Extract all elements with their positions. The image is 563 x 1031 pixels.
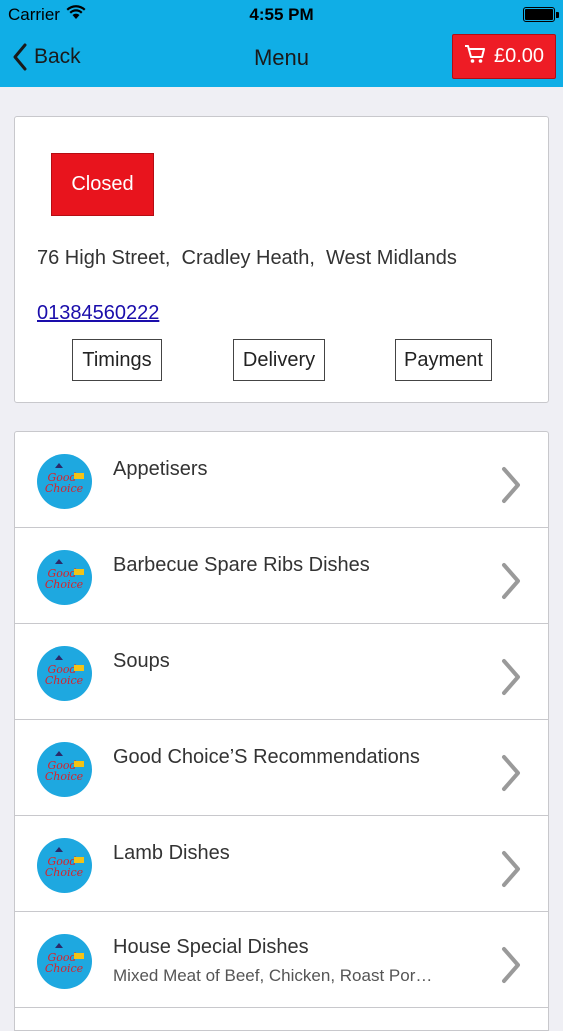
- list-item[interactable]: Good Choice Appetisers: [15, 432, 548, 528]
- timings-button[interactable]: Timings: [72, 339, 162, 381]
- chevron-right-icon: [500, 466, 522, 509]
- payment-button[interactable]: Payment: [395, 339, 492, 381]
- status-time: 4:55 PM: [249, 5, 314, 24]
- good-choice-logo-icon: Good Choice: [37, 934, 92, 989]
- chevron-right-icon: [500, 658, 522, 701]
- list-item-subtitle: Mixed Meat of Beef, Chicken, Roast Por…: [113, 966, 433, 985]
- chevron-right-icon: [500, 754, 522, 797]
- list-item-title: Good Choice’S Recommendations: [113, 746, 420, 768]
- cart-icon: [464, 44, 494, 70]
- svg-text:Choice: Choice: [45, 674, 84, 687]
- nav-bar: Carrier 4:55 PM Back Menu £0.00: [0, 0, 563, 87]
- chevron-right-icon: [500, 850, 522, 893]
- svg-text:Choice: Choice: [45, 770, 84, 783]
- svg-text:Choice: Choice: [45, 866, 84, 879]
- list-item[interactable]: Good Choice House Special Dishes Mixed M…: [15, 912, 548, 1008]
- list-item[interactable]: Good Choice Lamb Dishes: [15, 816, 548, 912]
- good-choice-logo-icon: Good Choice: [37, 646, 92, 701]
- good-choice-logo-icon: Good Choice: [37, 454, 92, 509]
- restaurant-info-card: Closed 76 High Street, Cradley Heath, We…: [14, 116, 549, 403]
- status-badge: Closed: [51, 153, 154, 216]
- svg-text:Choice: Choice: [45, 578, 84, 591]
- chevron-right-icon: [500, 562, 522, 605]
- phone-link[interactable]: 01384560222: [37, 302, 159, 325]
- chevron-right-icon: [500, 946, 522, 989]
- status-bar: Carrier 4:55 PM: [0, 0, 563, 30]
- list-item[interactable]: Good Choice Barbecue Spare Ribs Dishes: [15, 528, 548, 624]
- list-item-title: Appetisers: [113, 458, 208, 480]
- cart-button[interactable]: £0.00: [452, 34, 556, 79]
- list-item[interactable]: Good Choice Good Choice’S Recommendation…: [15, 720, 548, 816]
- list-item-title: Soups: [113, 650, 170, 672]
- good-choice-logo-icon: Good Choice: [37, 838, 92, 893]
- list-item-title: House Special Dishes: [113, 936, 309, 958]
- list-item[interactable]: Good Choice Soups: [15, 624, 548, 720]
- svg-text:Choice: Choice: [45, 962, 84, 975]
- battery-icon: [523, 7, 559, 22]
- good-choice-logo-icon: Good Choice: [37, 742, 92, 797]
- list-item-title: Lamb Dishes: [113, 842, 230, 864]
- good-choice-logo-icon: Good Choice: [37, 550, 92, 605]
- list-item-title: Barbecue Spare Ribs Dishes: [113, 554, 370, 576]
- svg-text:Choice: Choice: [45, 482, 84, 495]
- menu-category-list: Good Choice Appetisers Good Choice Barbe…: [14, 431, 549, 1031]
- cart-total: £0.00: [493, 45, 545, 67]
- delivery-button[interactable]: Delivery: [233, 339, 325, 381]
- restaurant-address: 76 High Street, Cradley Heath, West Midl…: [37, 247, 457, 269]
